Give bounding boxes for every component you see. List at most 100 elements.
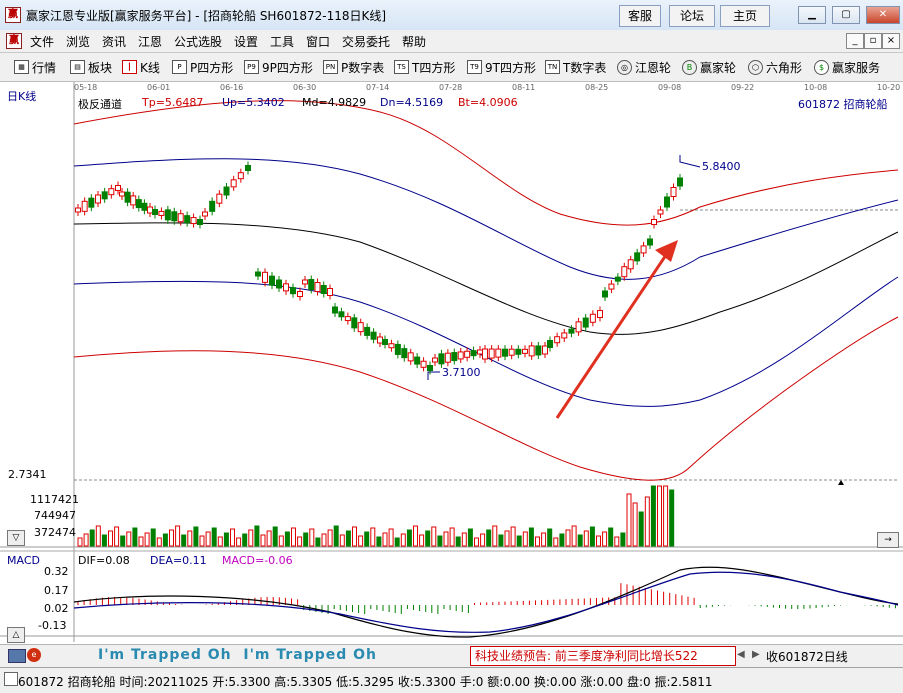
candle-body [414,356,421,365]
volume-bar [486,529,492,547]
tool-9p-square[interactable]: P9 9P四方形 [244,59,313,75]
tool-sectors[interactable]: ▤ 板块 [70,59,112,75]
alert-icon[interactable]: e [27,648,41,662]
volume-bar [388,528,394,547]
volume-bar [614,536,620,547]
keyboard-icon[interactable] [8,649,26,663]
low-price-label: 3.7100 [442,366,481,379]
collapse-up-icon[interactable]: △ [7,627,25,643]
collapse-down-icon[interactable]: ▽ [7,530,25,546]
tool-hexagon-label: 六角形 [766,60,803,75]
volume-bar [663,485,669,547]
tool-p-number-table[interactable]: PN P数字表 [323,59,384,75]
macd-axis-2: 0.17 [44,584,69,597]
candle-body [81,200,88,212]
candle-body [568,328,575,334]
candle-body [602,290,608,298]
child-restore-icon[interactable]: ▫ [864,33,882,49]
tool-kline[interactable]: ┃ K线 [122,59,160,75]
news-ticker[interactable]: 科技业绩预告: 前三季度净利同比增长522 [470,646,736,666]
menu-trade[interactable]: 交易委托 [342,33,390,50]
forum-button[interactable]: 论坛 [669,5,715,27]
volume-bar [596,535,601,547]
child-minimize-icon[interactable]: _ [846,33,864,49]
candle-body [657,209,664,215]
candle-body [190,217,197,225]
tool-p-square[interactable]: P P四方形 [172,59,233,75]
menu-tools[interactable]: 工具 [270,33,294,50]
menu-settings[interactable]: 设置 [234,33,258,50]
candle-body [141,202,148,211]
volume-bar [205,531,211,547]
t-number-icon: TN [545,60,560,74]
volume-bar [248,529,254,547]
maximize-icon[interactable]: ▢ [832,6,860,24]
tool-sectors-label: 板块 [88,60,113,75]
volume-bar [272,526,278,547]
volume-bar [138,536,144,547]
small-triangle-marker [838,480,844,485]
candle-body [320,285,327,294]
volume-bar [541,532,547,547]
volume-bar [455,536,461,547]
menu-file[interactable]: 文件 [30,33,54,50]
volume-bar [162,533,168,547]
date-tick-label: 08-25 [585,83,608,92]
volume-bar [516,535,522,547]
stock-label: 601872 招商轮船 [798,98,888,111]
candle-body [508,348,515,356]
support-button[interactable]: 客服 [619,5,661,27]
date-tick-label: 06-16 [220,83,243,92]
news-next-icon[interactable]: ▶ [752,649,760,660]
menu-formula-screen[interactable]: 公式选股 [174,33,222,50]
menu-gann[interactable]: 江恩 [138,33,162,50]
status-text: 601872 招商轮船 时间:20211025 开:5.3300 高:5.330… [18,675,713,689]
menu-app-icon[interactable]: 赢 [6,33,22,49]
tool-t-square[interactable]: TS T四方形 [394,59,455,75]
tool-hexagon[interactable]: ⬡ 六角形 [748,59,802,75]
candle-body [338,311,345,318]
channel-mid-line [73,222,899,335]
volume-bar [406,529,412,547]
menu-window[interactable]: 窗口 [306,33,330,50]
date-tick-label: 06-30 [293,83,316,92]
menu-news[interactable]: 资讯 [102,33,126,50]
news-prev-icon[interactable]: ◀ [737,649,745,660]
tool-9t-square[interactable]: T9 9T四方形 [467,59,536,75]
child-close-icon[interactable]: × [882,33,900,49]
minimize-icon[interactable]: ▁ [798,6,826,24]
volume-bar [77,537,83,547]
channel-down-line [73,276,899,407]
candle-body [515,348,522,355]
title-bar: 赢 赢家江恩专业版[赢家服务平台] - [招商轮船 SH601872-118日K… [0,0,903,31]
grid-icon: ▦ [14,60,29,74]
candle-body [420,360,427,368]
p-square-icon: P [172,60,187,74]
menu-help[interactable]: 帮助 [402,33,426,50]
macd-axis-1: 0.32 [44,565,69,578]
close-chart-label[interactable]: 收601872日线 [766,648,848,665]
macd-panel-label: MACD [7,554,40,567]
menu-browse[interactable]: 浏览 [66,33,90,50]
candle-body [554,336,561,344]
big-icon: B [682,59,697,75]
tool-service[interactable]: $ 赢家服务 [814,59,880,75]
candle-body [621,266,628,278]
homepage-button[interactable]: 主页 [720,5,770,27]
candle-body [158,210,165,216]
tool-p-square-label: P四方形 [190,60,234,75]
candle-body [177,213,184,223]
close-icon[interactable]: ✕ [866,6,900,24]
chart-canvas[interactable]: 05-18 06-01 06-16 06-30 07-14 07-28 08-11 08-25… [0,82,903,642]
scroll-right-icon[interactable]: → [877,532,899,548]
candle-body [670,187,677,197]
tool-gann-wheel[interactable]: ◎ 江恩轮 [617,59,671,75]
candle-body [197,219,203,225]
candle-body [427,365,433,371]
chart-area[interactable]: 05-18 06-01 06-16 06-30 07-14 07-28 08-11 08-25… [0,82,903,643]
tool-t-number-table[interactable]: TN T数字表 [545,59,606,75]
candle-body [477,349,483,355]
tool-winner-wheel[interactable]: B 赢家轮 [682,59,736,75]
volume-bar [413,525,418,547]
tool-quotes[interactable]: ▦ 行情 [14,59,56,75]
